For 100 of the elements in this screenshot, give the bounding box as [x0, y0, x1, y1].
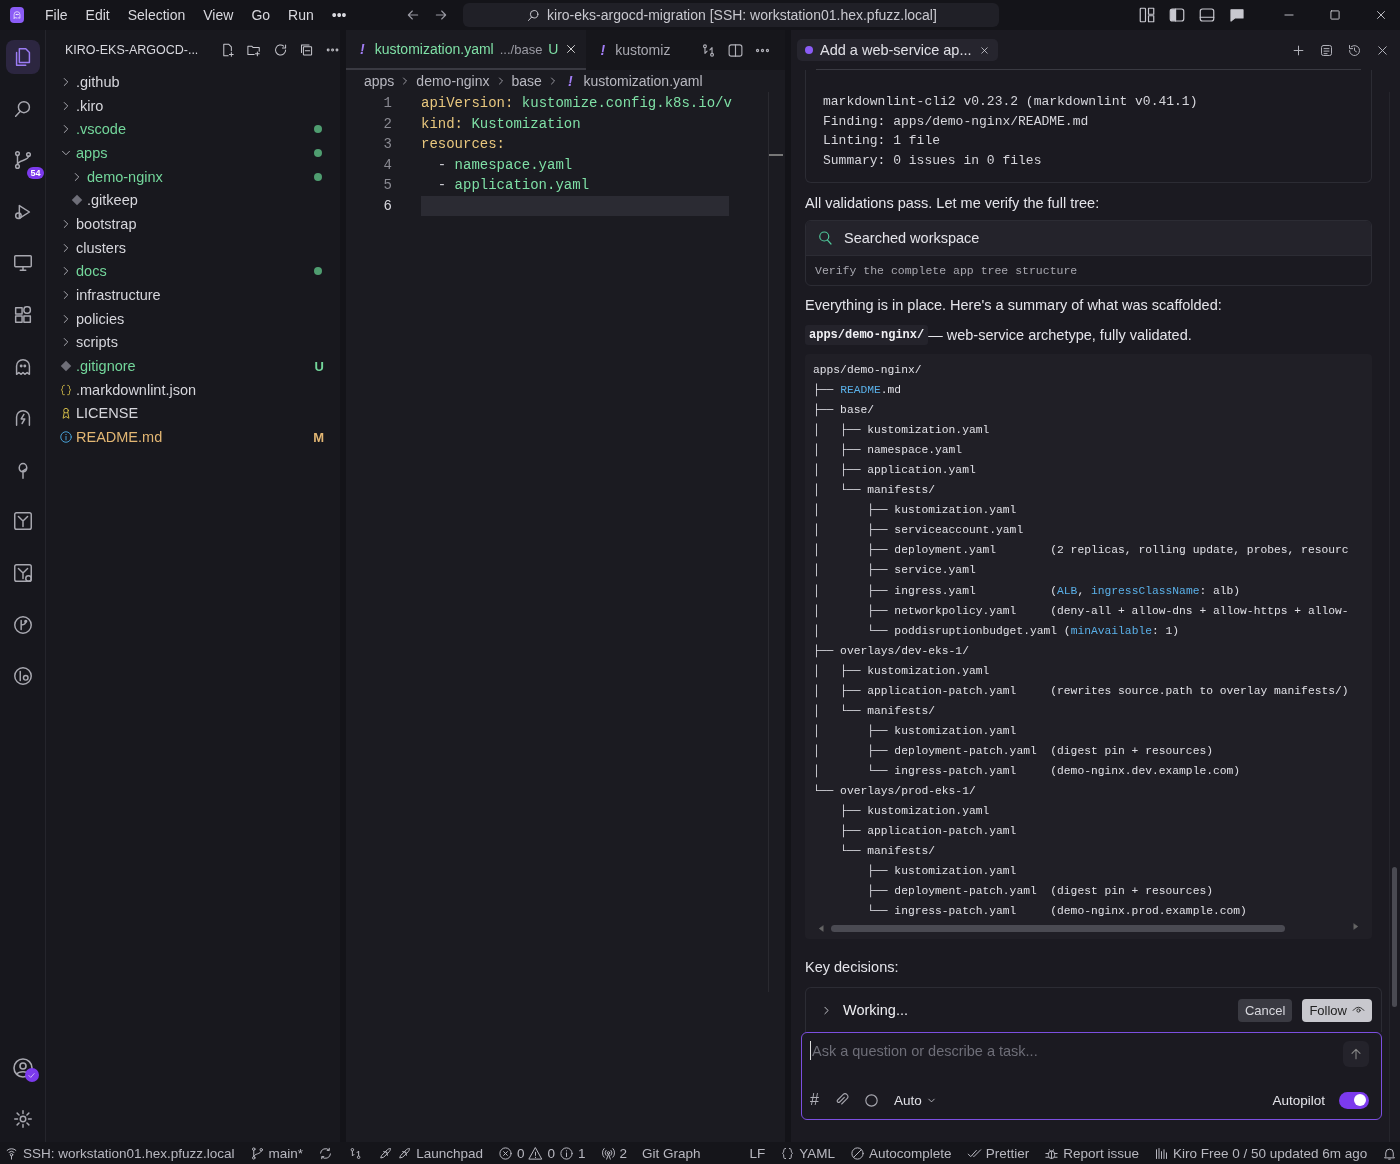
menu-item[interactable]: Selection	[118, 4, 195, 26]
maximize-icon[interactable]	[1328, 8, 1342, 22]
breadcrumb[interactable]: demo-nginx	[416, 73, 490, 89]
output-line: Linting: 1 file	[823, 132, 942, 150]
status-item[interactable]: Git Graph	[642, 1145, 701, 1161]
status-item[interactable]: Autocomplete	[850, 1145, 952, 1161]
code-line: resources:	[421, 135, 506, 154]
menu-item[interactable]: Run	[279, 4, 323, 26]
code-line: kind: Kustomization	[421, 114, 582, 134]
follow-button[interactable]: Follow	[1302, 998, 1372, 1022]
scroll-left-icon[interactable]	[817, 923, 826, 933]
chat-input[interactable]: Ask a question or describe a task...	[810, 1041, 1343, 1061]
problems-item[interactable]: 0 0 1	[497, 1145, 586, 1161]
chat-icon[interactable]	[1228, 6, 1246, 24]
folder-entry[interactable]: .vscode	[76, 121, 314, 138]
autopilot-toggle[interactable]	[1339, 1091, 1369, 1109]
collapse-all-icon[interactable]	[298, 41, 314, 59]
braces-icon	[780, 1145, 796, 1161]
menu-item[interactable]: View	[194, 4, 243, 26]
code-line: - namespace.yaml	[436, 155, 574, 175]
account-icon[interactable]	[10, 1056, 35, 1080]
refresh-icon[interactable]	[272, 41, 288, 59]
status-item[interactable]: 2	[600, 1145, 627, 1161]
tool-detail: Verify the complete app tree structure	[806, 255, 1371, 285]
close-icon[interactable]	[978, 44, 990, 56]
code-line: └── overlays/prod-eks-1/	[813, 783, 977, 799]
inline-code: apps/demo-nginx/	[805, 325, 929, 345]
explorer-title: KIRO-EKS-ARGOCD-...	[65, 43, 199, 57]
folder-entry[interactable]: scripts	[76, 334, 324, 351]
new-file-icon[interactable]	[220, 41, 236, 59]
menu-item[interactable]: Edit	[76, 4, 119, 26]
status-item[interactable]: Prettier	[966, 1145, 1030, 1161]
prohibited-icon	[850, 1145, 866, 1161]
command-center[interactable]: kiro-eks-argocd-migration [SSH: workstation01.hex.pfuzz.local]	[463, 3, 1000, 27]
breadcrumb[interactable]: base	[511, 73, 542, 89]
message-text: Key decisions:	[805, 959, 900, 976]
panel-toggle-icon[interactable]	[1198, 6, 1216, 24]
folder-entry[interactable]: demo-nginx	[87, 168, 314, 185]
cancel-button[interactable]: Cancel	[1237, 998, 1293, 1022]
list-icon[interactable]	[1319, 42, 1334, 58]
git-status-letter: M	[313, 429, 324, 445]
sidebar-toggle-icon[interactable]	[1168, 6, 1186, 24]
tool-card[interactable]: Searched workspace Verify the complete app tree structure	[805, 220, 1372, 286]
code-line: │ └── manifests/	[813, 482, 937, 499]
folder-entry[interactable]: .github	[76, 73, 324, 90]
folder-entry[interactable]: docs	[76, 263, 314, 280]
status-item[interactable]: Launchpad	[378, 1145, 483, 1161]
line-number: 1	[382, 95, 393, 112]
circle-icon[interactable]	[862, 1091, 880, 1109]
chat-tab[interactable]: Add a web-service ap...	[797, 39, 998, 61]
activity-item[interactable]	[5, 40, 40, 74]
braces-icon	[59, 382, 73, 397]
folder-entry[interactable]: infrastructure	[76, 287, 324, 304]
compare-icon[interactable]	[700, 41, 717, 59]
split-editor-icon[interactable]	[727, 41, 744, 59]
explorer-entry[interactable]: .markdownlint.json	[76, 381, 324, 398]
search-icon	[816, 229, 834, 247]
explorer-entry[interactable]: .gitignore	[76, 358, 315, 375]
folder-entry[interactable]: clusters	[76, 239, 324, 256]
folder-entry[interactable]: apps	[76, 144, 314, 161]
layout-icon[interactable]	[1138, 6, 1156, 24]
explorer-entry[interactable]: LICENSE	[76, 405, 324, 422]
folder-entry[interactable]: .kiro	[76, 97, 324, 114]
history-icon[interactable]	[1347, 42, 1362, 58]
menu-item[interactable]: Go	[242, 4, 280, 26]
explorer-entry[interactable]: .gitkeep	[87, 192, 324, 209]
status-item[interactable]: Report issue	[1044, 1145, 1139, 1161]
output-line: markdownlint-cli2 v0.23.2 (markdownlint v0.41.1)	[823, 93, 1199, 111]
context-button[interactable]: #	[810, 1091, 819, 1110]
explorer-entry[interactable]: README.md	[76, 429, 314, 446]
status-item[interactable]: YAML	[780, 1145, 836, 1161]
remote-icon	[4, 1145, 19, 1161]
folder-entry[interactable]: bootstrap	[76, 215, 324, 232]
status-item[interactable]: LF	[749, 1145, 766, 1161]
editor-tab[interactable]: ! kustomiz	[586, 30, 679, 70]
settings-icon[interactable]	[11, 1108, 34, 1130]
yaml-file-icon: !	[600, 42, 606, 58]
breadcrumb[interactable]: apps	[364, 73, 395, 89]
folder-entry[interactable]: policies	[76, 310, 324, 327]
bell-icon[interactable]	[1382, 1145, 1398, 1161]
scroll-right-icon[interactable]	[1351, 922, 1360, 932]
vertical-scrollbar[interactable]	[1389, 92, 1400, 1142]
new-chat-icon[interactable]	[1291, 42, 1306, 58]
status-item[interactable]: Kiro Free 0 / 50 updated 6m ago	[1153, 1145, 1368, 1161]
menu-item[interactable]: •••	[322, 4, 356, 26]
status-item[interactable]: SSH: workstation01.hex.pfuzz.local	[4, 1145, 235, 1161]
status-item[interactable]: main*	[249, 1145, 304, 1161]
line-number: 5	[382, 177, 393, 194]
breadcrumb[interactable]: kustomization.yaml	[583, 73, 703, 89]
sync-icon[interactable]	[318, 1145, 334, 1161]
branch-icon	[249, 1145, 265, 1161]
model-dropdown[interactable]: Auto	[893, 1092, 937, 1108]
send-button[interactable]	[1343, 1041, 1369, 1068]
line-number: 2	[382, 115, 393, 132]
code-line: │ ├── application-patch.yaml (rewrites source.path to overlay manifests/)	[813, 683, 1350, 700]
code-line: ├── kustomization.yaml	[839, 803, 991, 820]
editor-tab[interactable]: ! kustomization.yaml .../base U	[346, 30, 587, 70]
close-icon[interactable]	[1374, 8, 1388, 22]
yaml-file-icon: !	[360, 41, 365, 57]
menu-item[interactable]: File	[36, 4, 77, 26]
